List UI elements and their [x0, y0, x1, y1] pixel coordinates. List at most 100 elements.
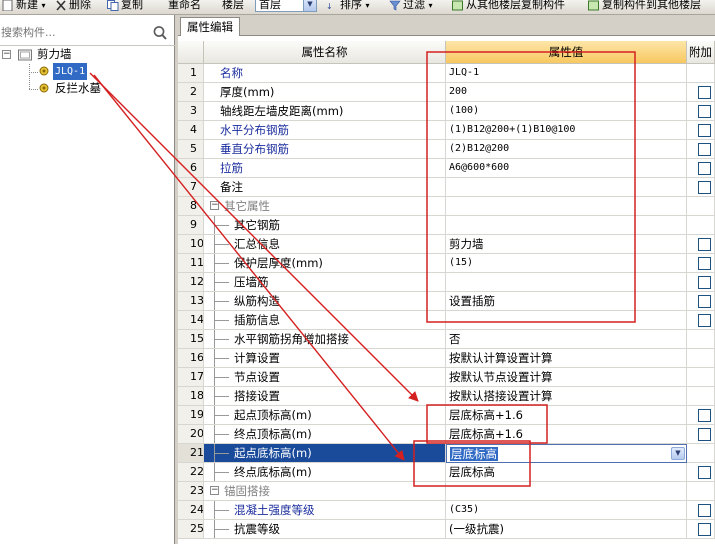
table-row[interactable]: 4 水平分布钢筋 (1)B12@200+(1)B10@100 — [178, 121, 715, 140]
property-value-cell[interactable]: (2)B12@200 — [446, 140, 687, 159]
property-name-cell[interactable]: 计算设置 — [204, 349, 446, 368]
property-name-cell[interactable]: 水平钢筋拐角增加搭接 — [204, 330, 446, 349]
property-value-cell[interactable] — [446, 216, 687, 235]
property-name-cell[interactable]: 插筋信息 — [204, 311, 446, 330]
header-property-name[interactable]: 属性名称 — [204, 41, 446, 64]
chevron-down-icon[interactable]: ▼ — [671, 447, 685, 460]
property-name-cell[interactable]: 保护层厚度(mm) — [204, 254, 446, 273]
property-value-cell[interactable]: (100) — [446, 102, 687, 121]
property-value-cell[interactable]: A6@600*600 — [446, 159, 687, 178]
table-row[interactable]: 22 终点底标高(m) 层底标高 — [178, 463, 715, 482]
attach-checkbox[interactable] — [698, 276, 711, 289]
property-value-cell[interactable] — [446, 178, 687, 197]
copy-button[interactable]: 复制 — [107, 0, 143, 13]
search-input[interactable] — [0, 22, 148, 42]
table-row[interactable]: 25 抗震等级 (一级抗震) — [178, 520, 715, 539]
property-value-cell[interactable]: 否 — [446, 330, 687, 349]
attach-checkbox[interactable] — [698, 409, 711, 422]
floor-select[interactable]: 首层 ▼ — [255, 0, 317, 12]
attach-checkbox[interactable] — [698, 523, 711, 536]
table-row[interactable]: 20 终点顶标高(m) 层底标高+1.6 — [178, 425, 715, 444]
attach-checkbox[interactable] — [698, 295, 711, 308]
property-name-cell[interactable]: 节点设置 — [204, 368, 446, 387]
property-name-cell[interactable]: 起点底标高(m) — [204, 444, 446, 463]
delete-button[interactable]: 删除 — [55, 0, 91, 13]
rename-button[interactable]: 重命名 — [158, 0, 201, 13]
property-name-cell[interactable]: 汇总信息 — [204, 235, 446, 254]
new-button[interactable]: 新建 ▾ — [2, 0, 46, 13]
property-value-cell[interactable]: 按默认节点设置计算 — [446, 368, 687, 387]
property-name-cell[interactable]: 抗震等级 — [204, 520, 446, 539]
table-row[interactable]: 17 节点设置 按默认节点设置计算 — [178, 368, 715, 387]
property-value-cell[interactable]: 按默认搭接设置计算 — [446, 387, 687, 406]
property-name-cell[interactable]: 拉筋 — [204, 159, 446, 178]
property-value-cell[interactable]: (1)B12@200+(1)B10@100 — [446, 121, 687, 140]
property-name-cell[interactable]: 轴线距左墙皮距离(mm) — [204, 102, 446, 121]
table-row[interactable]: 18 搭接设置 按默认搭接设置计算 — [178, 387, 715, 406]
property-name-cell[interactable]: 厚度(mm) — [204, 83, 446, 102]
property-value-cell[interactable]: (15) — [446, 254, 687, 273]
property-value-cell[interactable]: 层底标高 — [446, 463, 687, 482]
filter-button[interactable]: 过滤 ▾ — [389, 0, 433, 13]
copy-to-floor-button[interactable]: 复制构件到其他楼层 — [588, 0, 701, 13]
search-icon[interactable] — [150, 24, 170, 42]
property-name-cell[interactable]: 混凝土强度等级 — [204, 501, 446, 520]
attach-checkbox[interactable] — [698, 162, 711, 175]
property-value-cell[interactable]: 层底标高 ▼ — [446, 444, 687, 463]
property-value-cell[interactable]: (一级抗震) — [446, 520, 687, 539]
table-row[interactable]: 13 纵筋构造 设置插筋 — [178, 292, 715, 311]
property-value-cell[interactable] — [446, 482, 687, 501]
property-name-cell[interactable]: 压墙筋 — [204, 273, 446, 292]
property-name-cell[interactable]: − 其它属性 — [204, 197, 446, 216]
table-row[interactable]: 12 压墙筋 — [178, 273, 715, 292]
property-name-cell[interactable]: 起点顶标高(m) — [204, 406, 446, 425]
property-name-cell[interactable]: 名称 — [204, 64, 446, 83]
property-value-cell[interactable]: 200 — [446, 83, 687, 102]
property-name-cell[interactable]: 纵筋构造 — [204, 292, 446, 311]
property-value-cell[interactable] — [446, 197, 687, 216]
table-row[interactable]: 15 水平钢筋拐角增加搭接 否 — [178, 330, 715, 349]
attach-checkbox[interactable] — [698, 124, 711, 137]
table-row[interactable]: 1 名称 JLQ-1 — [178, 64, 715, 83]
attach-checkbox[interactable] — [698, 428, 711, 441]
table-row[interactable]: 10 汇总信息 剪力墙 — [178, 235, 715, 254]
collapse-icon[interactable]: − — [210, 201, 219, 210]
property-name-cell[interactable]: 垂直分布钢筋 — [204, 140, 446, 159]
property-name-cell[interactable]: 搭接设置 — [204, 387, 446, 406]
table-row[interactable]: 24 混凝土强度等级 (C35) — [178, 501, 715, 520]
property-value-cell[interactable]: JLQ-1 — [446, 64, 687, 83]
table-row[interactable]: 16 计算设置 按默认计算设置计算 — [178, 349, 715, 368]
table-row[interactable]: 21 起点底标高(m) 层底标高 ▼ — [178, 444, 715, 463]
attach-checkbox[interactable] — [698, 105, 711, 118]
table-row[interactable]: 19 起点顶标高(m) 层底标高+1.6 — [178, 406, 715, 425]
header-property-value[interactable]: 属性值 — [446, 41, 687, 64]
property-value-cell[interactable]: 剪力墙 — [446, 235, 687, 254]
property-name-cell[interactable]: 水平分布钢筋 — [204, 121, 446, 140]
attach-checkbox[interactable] — [698, 143, 711, 156]
table-row[interactable]: 11 保护层厚度(mm) (15) — [178, 254, 715, 273]
attach-checkbox[interactable] — [698, 181, 711, 194]
table-row[interactable]: 6 拉筋 A6@600*600 — [178, 159, 715, 178]
copy-from-floor-button[interactable]: 从其他楼层复制构件 — [452, 0, 565, 13]
tab-property-edit[interactable]: 属性编辑 — [180, 17, 240, 37]
property-name-cell[interactable]: 其它钢筋 — [204, 216, 446, 235]
property-name-cell[interactable]: 终点顶标高(m) — [204, 425, 446, 444]
attach-checkbox[interactable] — [698, 466, 711, 479]
collapse-icon[interactable]: − — [210, 486, 219, 495]
attach-checkbox[interactable] — [698, 257, 711, 270]
table-row[interactable]: 23− 锚固搭接 — [178, 482, 715, 501]
property-name-cell[interactable]: 备注 — [204, 178, 446, 197]
property-value-cell[interactable]: 层底标高+1.6 — [446, 425, 687, 444]
property-value-cell[interactable]: 设置插筋 — [446, 292, 687, 311]
table-row[interactable]: 9 其它钢筋 — [178, 216, 715, 235]
attach-checkbox[interactable] — [698, 86, 711, 99]
property-value-cell[interactable]: 按默认计算设置计算 — [446, 349, 687, 368]
property-name-cell[interactable]: − 锚固搭接 — [204, 482, 446, 501]
attach-checkbox[interactable] — [698, 238, 711, 251]
property-value-cell[interactable] — [446, 311, 687, 330]
collapse-icon[interactable]: − — [2, 50, 11, 59]
sort-button[interactable]: ↓ 排序 ▾ — [326, 0, 370, 13]
header-extra[interactable]: 附加 — [687, 41, 715, 64]
table-row[interactable]: 8− 其它属性 — [178, 197, 715, 216]
property-value-cell[interactable]: (C35) — [446, 501, 687, 520]
